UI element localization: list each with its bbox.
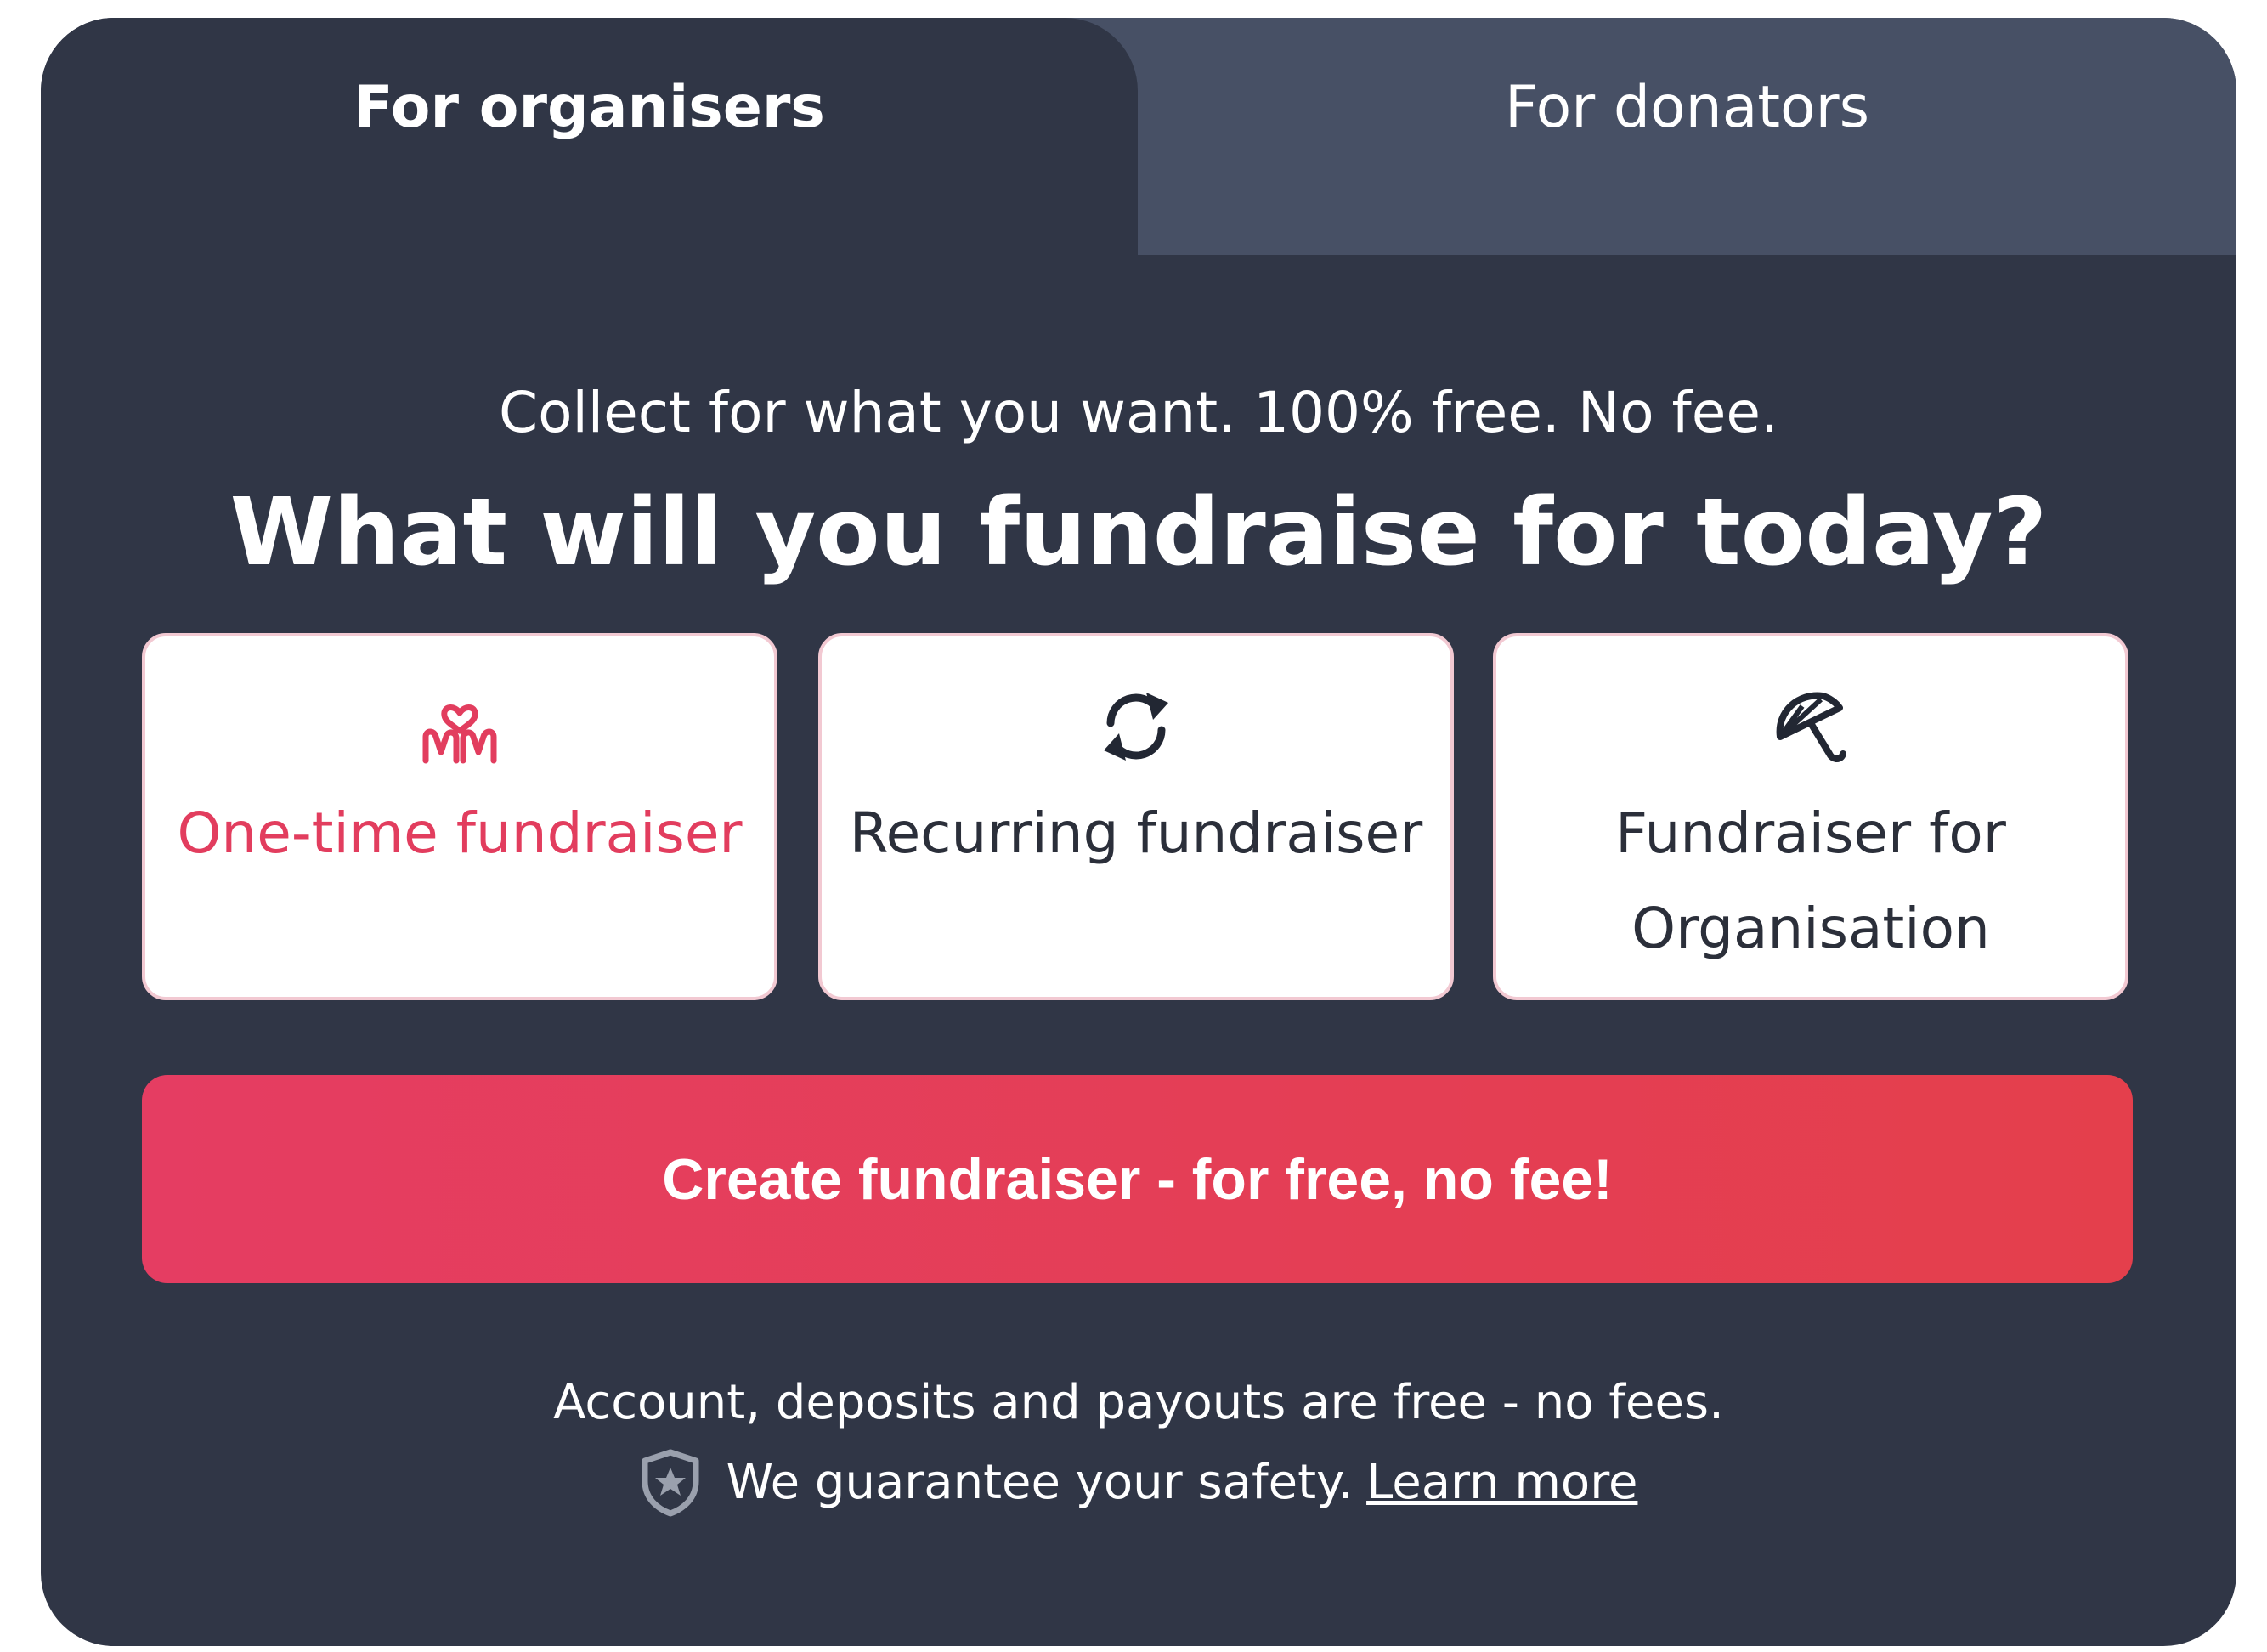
- page-title: What will you fundraise for today?: [229, 478, 2048, 586]
- safety-guarantee: We guarantee your safety. Learn more: [41, 1449, 2236, 1517]
- option-label: One-time fundraiser: [177, 801, 743, 866]
- fees-info-text: Account, deposits and payouts are free -…: [553, 1375, 1724, 1430]
- option-label: Recurring fundraiser: [849, 801, 1423, 866]
- option-recurring-fundraiser[interactable]: Recurring fundraiser: [818, 633, 1454, 1000]
- page-subtitle: Collect for what you want. 100% free. No…: [499, 380, 1778, 445]
- tab-for-donators-label: For donators: [1504, 74, 1870, 141]
- fundraiser-card: For organisers For donators Collect for …: [41, 18, 2236, 1646]
- tab-for-donators[interactable]: For donators: [1061, 18, 2236, 255]
- create-fundraiser-button[interactable]: Create fundraiser - for free, no fee!: [142, 1075, 2133, 1283]
- tab-for-organisers[interactable]: For organisers: [41, 18, 1138, 255]
- tab-for-organisers-label: For organisers: [353, 74, 825, 141]
- refresh-icon: [1104, 693, 1168, 761]
- option-one-time-fundraiser[interactable]: One-time fundraiser: [142, 633, 777, 1000]
- hands-heart-icon: [422, 704, 497, 764]
- safety-text: We guarantee your safety.: [726, 1455, 1354, 1510]
- option-fundraiser-for-organisation[interactable]: Fundraiser for Organisation: [1493, 633, 2128, 1000]
- option-label: Fundraiser for Organisation: [1615, 801, 2006, 961]
- learn-more-link[interactable]: Learn more: [1366, 1449, 1637, 1517]
- tab-bar: For organisers For donators: [41, 18, 2236, 255]
- shield-star-icon: [642, 1449, 699, 1517]
- umbrella-icon: [1776, 692, 1846, 762]
